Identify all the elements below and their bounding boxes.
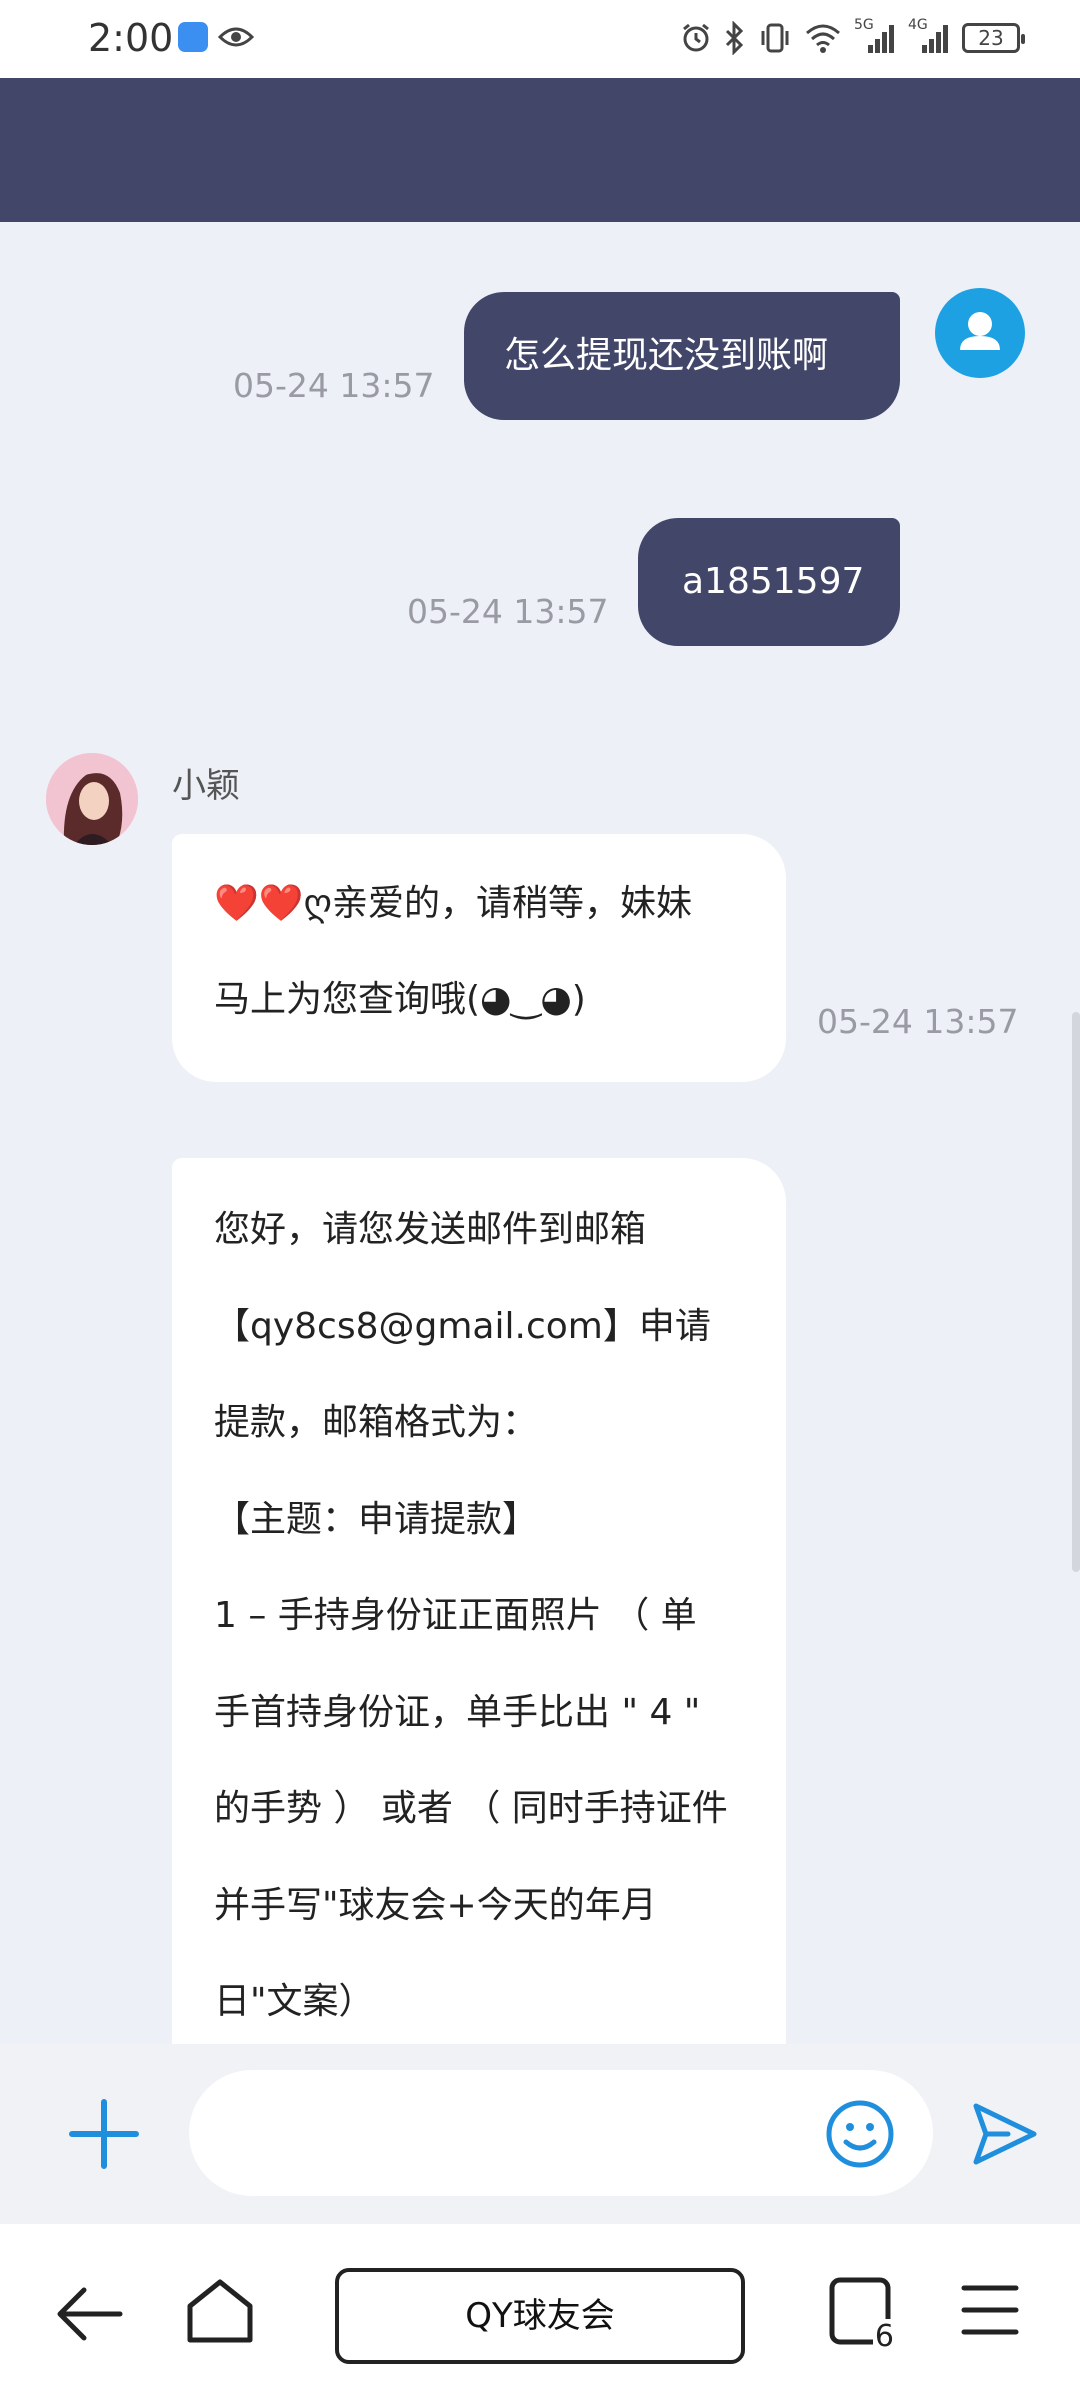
vibrate-icon [761, 23, 789, 53]
message-timestamp: 05-24 13:57 [817, 1002, 1019, 1041]
outgoing-message[interactable]: 怎么提现还没到账啊 [464, 292, 900, 420]
message-line: 【主题：申请提款】 [214, 1498, 539, 1540]
message-line: 日"文案） [214, 1981, 375, 2022]
signal-5g-icon: 5G [854, 17, 896, 55]
message-text: 怎么提现还没到账啊 [504, 335, 829, 376]
battery-indicator: 23 [962, 23, 1025, 53]
message-line: 马上为您查询哦(◕‿◕) [214, 979, 586, 1020]
emoji-icon[interactable] [824, 2098, 896, 2170]
menu-icon[interactable] [960, 2282, 1020, 2338]
send-icon[interactable] [968, 2098, 1040, 2170]
message-line: 并手写"球友会+今天的年月 [214, 1884, 657, 1926]
message-input-bar [0, 2044, 1080, 2224]
message-line: 提款，邮箱格式为： [214, 1402, 539, 1443]
eye-icon [218, 27, 254, 47]
message-line: ❤️❤️ღ亲爱的，请稍等，妹妹 [214, 856, 756, 952]
signal-4g-icon: 4G [908, 17, 950, 55]
agent-photo [46, 753, 138, 845]
home-icon[interactable] [184, 2276, 256, 2346]
message-line: 您好，请您发送邮件到邮箱 [214, 1209, 647, 1250]
hearts-emoji: ❤️❤️ [214, 883, 304, 924]
message-line: 的手势 ） 或者 （ 同时手持证件 [214, 1788, 728, 1829]
chat-message-list[interactable]: 怎么提现还没到账啊 05-24 13:57 a1851597 05-24 13:… [0, 222, 1080, 2044]
alarm-icon [683, 23, 709, 52]
bluetooth-icon [725, 21, 744, 55]
message-text: a1851597 [682, 561, 865, 602]
message-line: 【qy8cs8@gmail.com】申请 [214, 1305, 711, 1347]
plus-icon[interactable] [64, 2094, 144, 2174]
incoming-message[interactable]: 您好，请您发送邮件到邮箱 【qy8cs8@gmail.com】申请 提款，邮箱格… [172, 1158, 786, 2044]
message-timestamp: 05-24 13:57 [407, 592, 609, 631]
chat-header [0, 78, 1080, 222]
tabs-button[interactable]: 6 [828, 2276, 896, 2354]
message-timestamp: 05-24 13:57 [233, 366, 435, 405]
status-time: 2:00 [88, 16, 174, 60]
agent-name: 小颖 [172, 766, 240, 806]
user-avatar [935, 288, 1025, 378]
back-arrow-icon[interactable] [54, 2282, 126, 2346]
message-line: 1 – 手持身份证正面照片 （ 单 [214, 1595, 697, 1636]
cloud-app-icon [178, 22, 208, 52]
message-line: 手首持身份证，单手比出 " 4 " [214, 1691, 701, 1733]
message-input[interactable] [189, 2070, 933, 2196]
url-bar[interactable]: QY球友会 [335, 2268, 745, 2364]
agent-avatar[interactable] [46, 753, 138, 845]
person-icon [960, 312, 1000, 350]
message-text: ღ亲爱的，请稍等，妹妹 [303, 883, 692, 924]
status-bar: 2:00 5G 4G 23 [0, 0, 1080, 78]
scrollbar[interactable] [1072, 1012, 1080, 1572]
incoming-message[interactable]: ❤️❤️ღ亲爱的，请稍等，妹妹 马上为您查询哦(◕‿◕) [172, 834, 786, 1082]
browser-nav-bar: QY球友会 6 [0, 2224, 1080, 2400]
status-icons: 5G 4G 23 [680, 16, 1025, 60]
outgoing-message[interactable]: a1851597 [638, 518, 900, 646]
tab-count: 6 [872, 2319, 896, 2354]
wifi-icon [806, 24, 840, 53]
